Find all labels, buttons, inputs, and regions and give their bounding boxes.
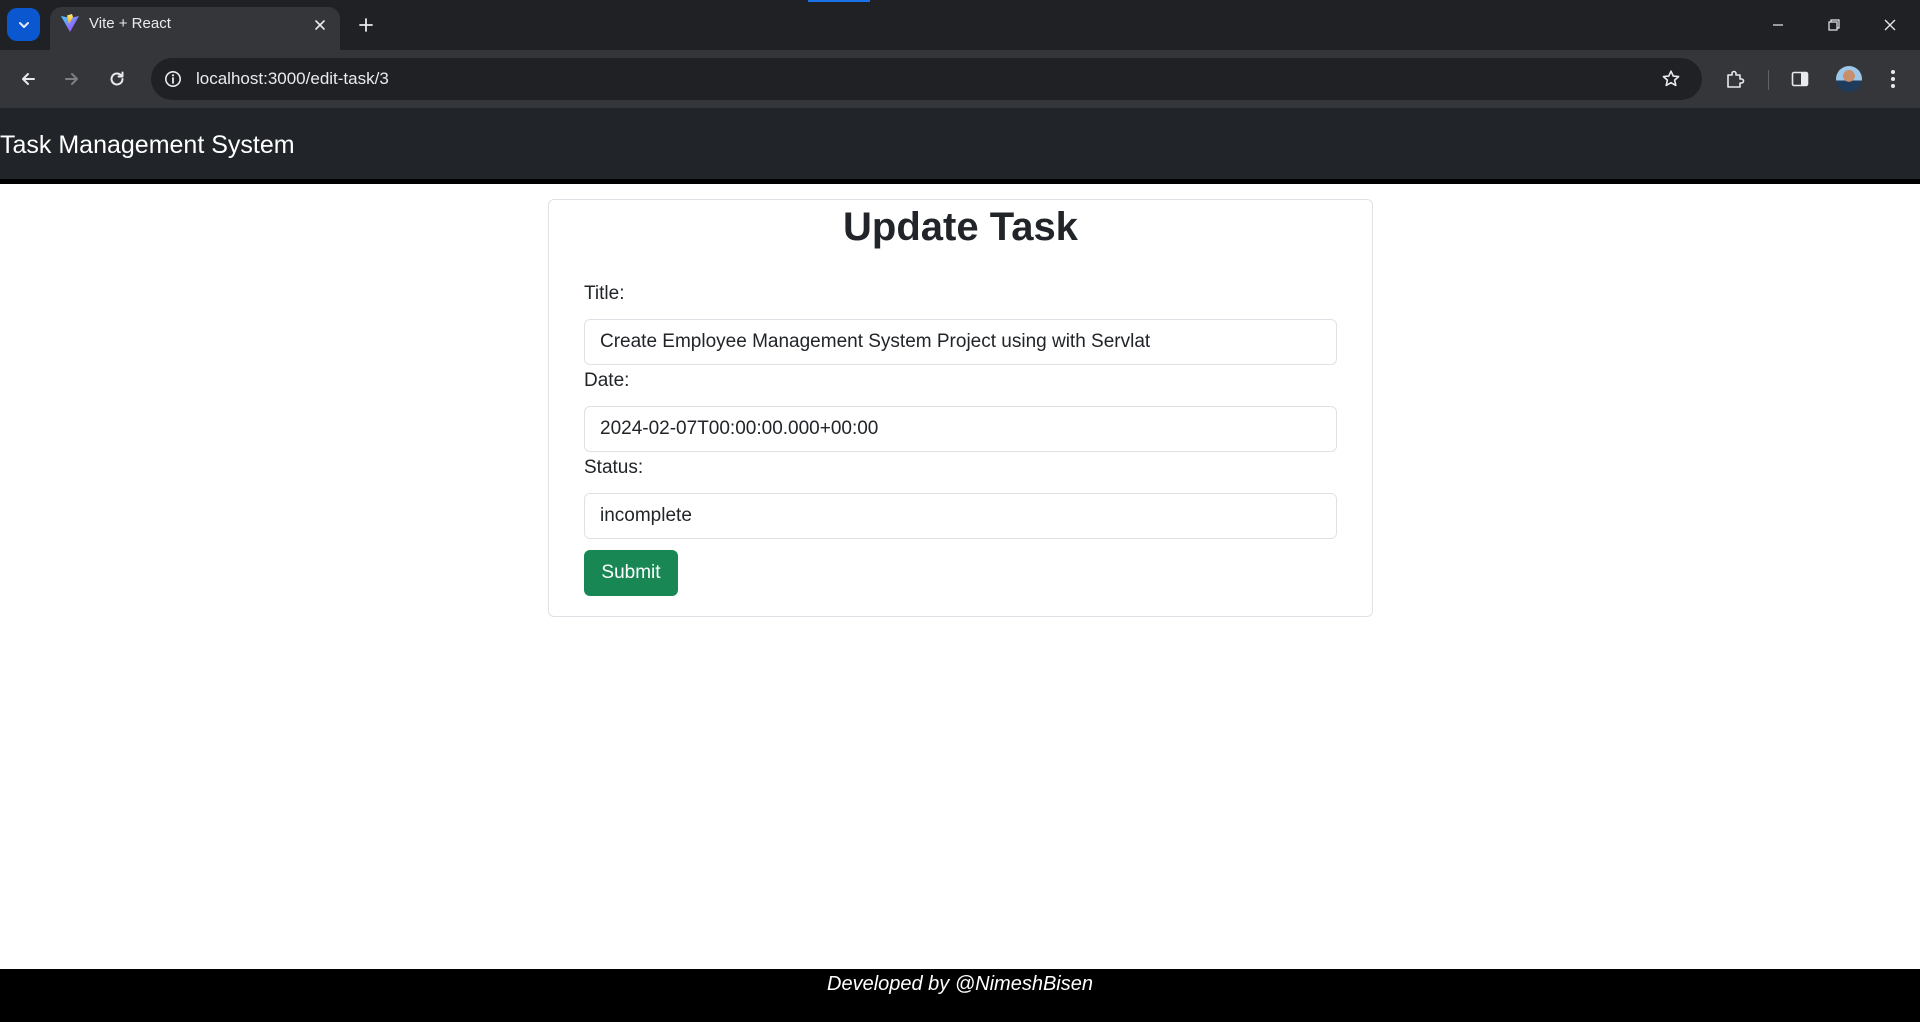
browser-menu-button[interactable] xyxy=(1876,62,1910,96)
browser-toolbar: localhost:3000/edit-task/3 xyxy=(0,50,1920,108)
tab-close-button[interactable] xyxy=(309,14,331,36)
title-label: Title: xyxy=(584,283,625,304)
back-arrow-icon xyxy=(22,73,35,85)
footer: Developed by @NimeshBisen xyxy=(0,969,1920,1022)
forward-arrow-icon xyxy=(65,73,78,85)
puzzle-icon xyxy=(1727,70,1745,88)
tab-search-button[interactable] xyxy=(7,8,40,41)
close-window-button[interactable] xyxy=(1862,0,1918,50)
new-tab-button[interactable] xyxy=(352,11,380,39)
date-input[interactable] xyxy=(584,406,1337,452)
toolbar-divider xyxy=(1768,70,1769,90)
restore-button[interactable] xyxy=(1806,0,1862,50)
tab-indicator xyxy=(808,0,870,2)
status-input[interactable] xyxy=(584,493,1337,539)
vite-logo-icon xyxy=(61,14,79,32)
kebab-menu-icon xyxy=(1891,70,1895,88)
close-icon xyxy=(1884,19,1896,31)
reload-button[interactable] xyxy=(100,62,134,96)
page-title: Update Task xyxy=(843,205,1078,249)
info-icon[interactable] xyxy=(162,68,184,90)
date-label: Date: xyxy=(584,370,630,391)
submit-button[interactable]: Submit xyxy=(584,550,678,596)
status-label: Status: xyxy=(584,457,644,478)
chevron-down-icon xyxy=(18,21,29,28)
reload-icon xyxy=(110,71,124,86)
side-panel-icon xyxy=(1791,71,1809,87)
plus-icon xyxy=(359,18,373,32)
restore-icon xyxy=(1828,19,1840,31)
browser-tab-strip: Vite + React xyxy=(0,0,1920,50)
forward-button[interactable] xyxy=(55,62,89,96)
navbar-brand[interactable]: Task Management System xyxy=(0,131,295,160)
url-text[interactable]: localhost:3000/edit-task/3 xyxy=(196,69,389,89)
star-icon[interactable] xyxy=(1658,66,1684,92)
address-bar[interactable]: localhost:3000/edit-task/3 xyxy=(151,58,1702,100)
app-navbar: Task Management System xyxy=(0,108,1920,179)
close-icon xyxy=(315,20,325,30)
minimize-button[interactable] xyxy=(1750,0,1806,50)
back-button[interactable] xyxy=(11,62,45,96)
profile-avatar[interactable] xyxy=(1836,66,1862,92)
update-task-card: Update Task Title: Date: Status: Submit xyxy=(548,199,1373,617)
minimize-icon xyxy=(1773,24,1783,26)
navbar-divider xyxy=(0,179,1920,184)
extensions-button[interactable] xyxy=(1718,62,1752,96)
footer-credit: Developed by @NimeshBisen xyxy=(827,973,1093,995)
tab-title: Vite + React xyxy=(89,15,171,32)
side-panel-button[interactable] xyxy=(1783,62,1817,96)
title-input[interactable] xyxy=(584,319,1337,365)
